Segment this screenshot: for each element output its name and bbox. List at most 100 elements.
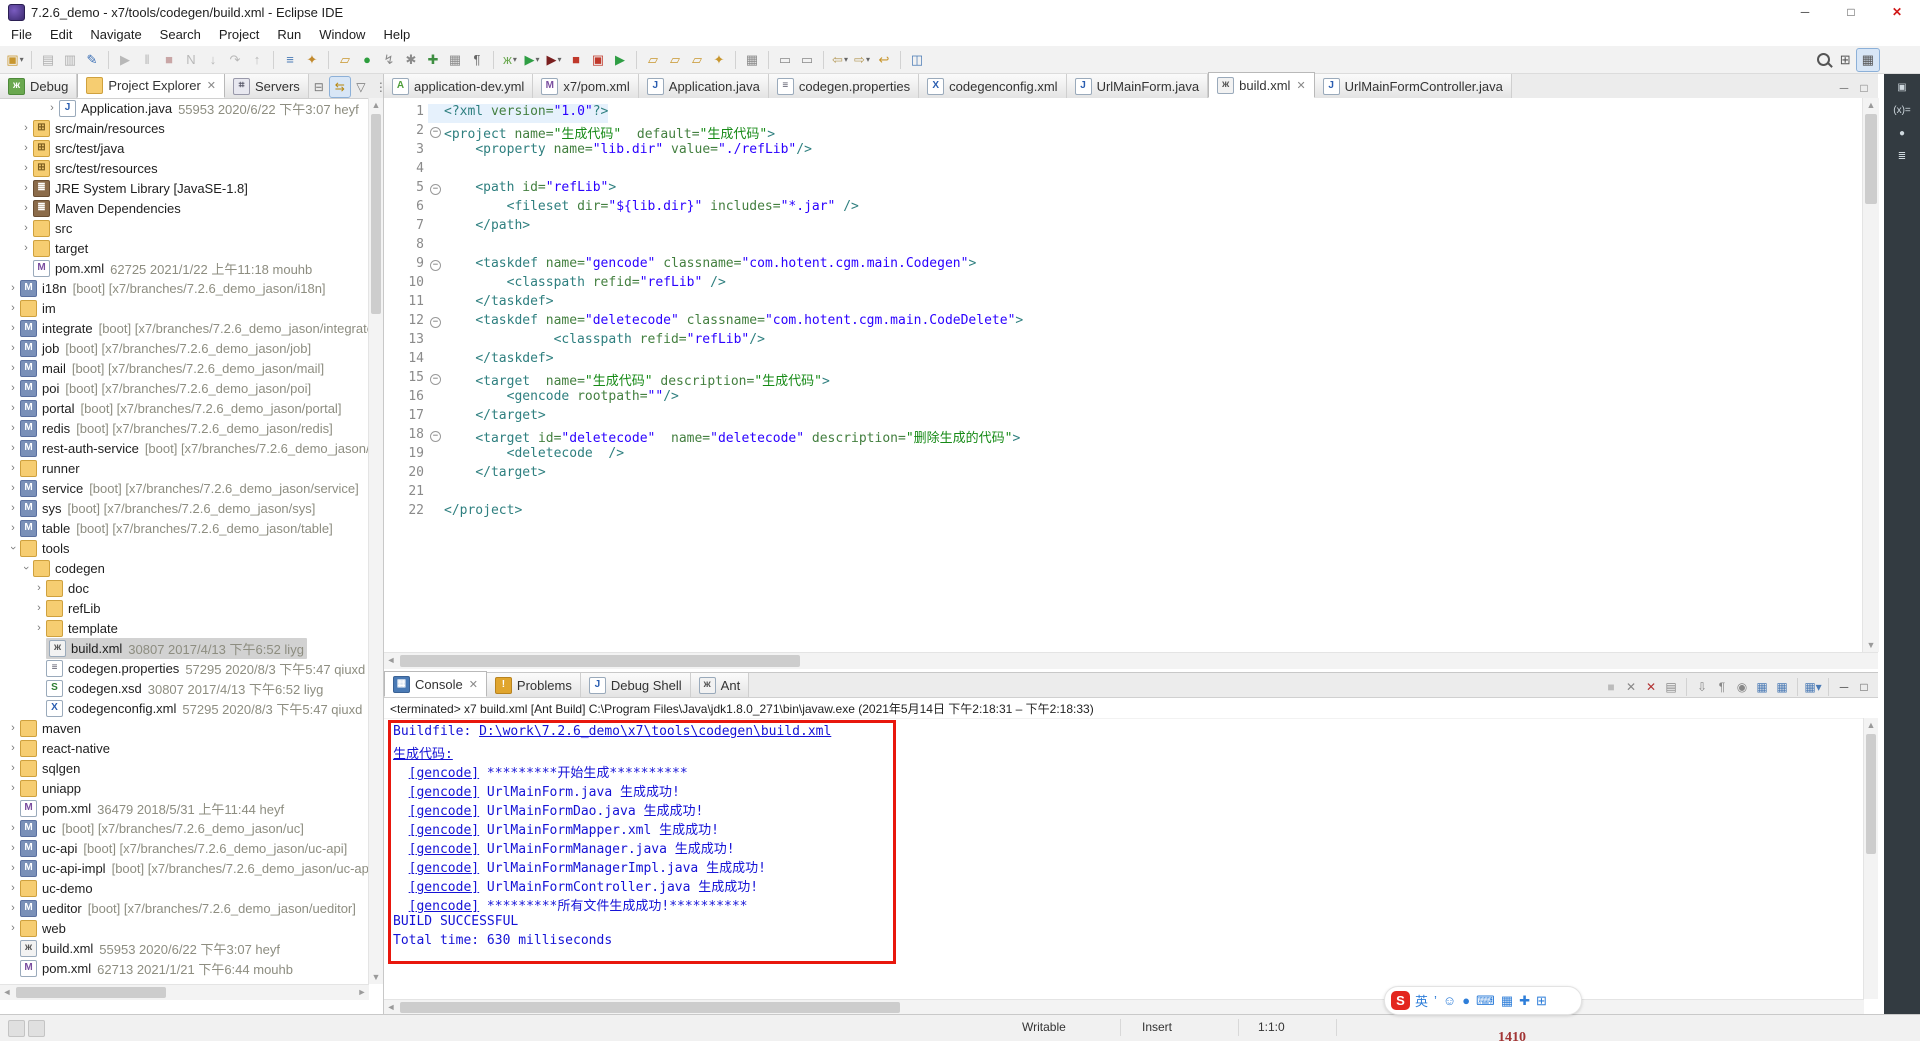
breakpoints-view-icon[interactable]: ● bbox=[1891, 125, 1913, 143]
scroll-up-arrow[interactable]: ▲ bbox=[369, 98, 383, 112]
minimize-icon[interactable]: ─ bbox=[1834, 677, 1854, 697]
tree-item[interactable]: ›uniapp bbox=[0, 778, 369, 798]
editor-tab-codegenconfig-xml[interactable]: Xcodegenconfig.xml bbox=[919, 74, 1066, 98]
editor-vertical-scrollbar[interactable]: ▲ ▼ bbox=[1862, 98, 1879, 652]
emoji-icon[interactable]: ☺ bbox=[1443, 993, 1456, 1008]
collapse-all-icon[interactable]: ⊟ bbox=[309, 77, 329, 97]
view-tab-servers[interactable]: ⌗Servers bbox=[225, 74, 309, 98]
tree-item[interactable]: ›react-native bbox=[0, 738, 369, 758]
tree-item[interactable]: ›template bbox=[0, 618, 369, 638]
tree-vertical-scrollbar[interactable]: ▲ ▼ bbox=[368, 98, 383, 984]
editor-tab-build-xml[interactable]: жbuild.xml✕ bbox=[1208, 72, 1315, 98]
editor-horizontal-scrollbar[interactable]: ◄ bbox=[384, 652, 1878, 669]
tree-expand-arrow[interactable]: › bbox=[6, 782, 20, 794]
quick-access-icon[interactable] bbox=[8, 1020, 25, 1037]
tree-expand-arrow[interactable]: › bbox=[20, 561, 32, 575]
build-all-icon[interactable]: ✱ bbox=[401, 49, 421, 71]
tree-expand-arrow[interactable]: › bbox=[6, 822, 20, 834]
editor-tab-application-dev-yml[interactable]: Aapplication-dev.yml bbox=[384, 74, 533, 98]
coverage-icon[interactable]: ▶▾ bbox=[544, 49, 564, 71]
tree-item[interactable]: Mpom.xml62725 2021/1/22 上午11:18 mouhb bbox=[0, 258, 369, 278]
tree-item[interactable]: ›Mtable[boot] [x7/branches/7.2.6_demo_ja… bbox=[0, 518, 369, 538]
tree-expand-arrow[interactable]: › bbox=[6, 762, 20, 774]
console-horizontal-scrollbar[interactable]: ◄ bbox=[384, 999, 1864, 1015]
tree-expand-arrow[interactable]: › bbox=[19, 142, 33, 154]
editor-line[interactable]: 13 <classpath refid="refLib"/> bbox=[384, 332, 1878, 351]
tree-expand-arrow[interactable]: › bbox=[19, 202, 33, 214]
lang-indicator[interactable]: 英 bbox=[1415, 991, 1428, 1010]
variables-view-icon[interactable]: (x)= bbox=[1891, 102, 1913, 120]
tree-expand-arrow[interactable]: › bbox=[6, 862, 20, 874]
close-tab-icon[interactable]: ✕ bbox=[207, 79, 216, 92]
show-stderr-icon[interactable]: ▦ bbox=[1772, 677, 1792, 697]
report-icon[interactable]: ▦ bbox=[445, 49, 465, 71]
tree-item[interactable]: ›uc-demo bbox=[0, 878, 369, 898]
window-close-button[interactable]: ✕ bbox=[1874, 0, 1920, 24]
tree-item[interactable]: ›target bbox=[0, 238, 369, 258]
tree-expand-arrow[interactable]: › bbox=[6, 302, 20, 314]
xml-editor[interactable]: 1<?xml version="1.0"?>2−<project name="生… bbox=[384, 98, 1878, 652]
tree-expand-arrow[interactable]: › bbox=[6, 742, 20, 754]
menu-window[interactable]: Window bbox=[310, 24, 374, 46]
tree-expand-arrow[interactable]: › bbox=[19, 222, 33, 234]
menu-run[interactable]: Run bbox=[268, 24, 310, 46]
tree-expand-arrow[interactable]: › bbox=[6, 342, 20, 354]
tree-item[interactable]: ›im bbox=[0, 298, 369, 318]
pen-icon[interactable]: ✎ bbox=[82, 49, 102, 71]
tree-expand-arrow[interactable]: › bbox=[6, 422, 20, 434]
tree-item[interactable]: ›Mintegrate[boot] [x7/branches/7.2.6_dem… bbox=[0, 318, 369, 338]
fold-collapse-icon[interactable]: − bbox=[430, 374, 441, 385]
maximize-icon[interactable]: □ bbox=[1854, 78, 1874, 98]
menu-edit[interactable]: Edit bbox=[41, 24, 81, 46]
view-menu-icon[interactable]: ⋮ bbox=[371, 77, 384, 97]
tree-expand-arrow[interactable]: › bbox=[6, 322, 20, 334]
flashlight-icon[interactable]: ✦ bbox=[709, 49, 729, 71]
clear-console-icon[interactable]: ▤ bbox=[1661, 677, 1681, 697]
tree-item[interactable]: ›⊞src/test/resources bbox=[0, 158, 369, 178]
console-tab-problems[interactable]: !Problems bbox=[487, 673, 581, 697]
tree-item[interactable]: ›Msys[boot] [x7/branches/7.2.6_demo_jaso… bbox=[0, 498, 369, 518]
tree-item[interactable]: ›≣JRE System Library [JavaSE-1.8] bbox=[0, 178, 369, 198]
forward-icon[interactable]: ⇨▾ bbox=[852, 49, 872, 71]
editor-line[interactable]: 22</project> bbox=[384, 503, 1878, 522]
search-icon[interactable] bbox=[1812, 49, 1835, 71]
restore-views-icon[interactable]: ▣ bbox=[1891, 79, 1913, 97]
tree-item[interactable]: ›tools bbox=[0, 538, 369, 558]
window-maximize-button[interactable]: □ bbox=[1828, 0, 1874, 24]
tree-item[interactable]: ›doc bbox=[0, 578, 369, 598]
tray-view-icon[interactable] bbox=[28, 1020, 45, 1037]
tree-item[interactable]: ›Muc-api[boot] [x7/branches/7.2.6_demo_j… bbox=[0, 838, 369, 858]
word-wrap-icon[interactable]: ¶ bbox=[1712, 677, 1732, 697]
sogou-logo-icon[interactable]: S bbox=[1391, 991, 1410, 1010]
retarget-icon[interactable]: ✦ bbox=[302, 49, 322, 71]
console-tab-ant[interactable]: жAnt bbox=[691, 673, 750, 697]
tree-horizontal-scrollbar[interactable]: ◄ ► bbox=[0, 984, 369, 1000]
console-output[interactable]: Buildfile: D:\work\7.2.6_demo\x7\tools\c… bbox=[384, 718, 1864, 999]
show-console-icon[interactable]: ≡ bbox=[280, 49, 300, 71]
tree-expand-arrow[interactable]: › bbox=[6, 462, 20, 474]
fold-collapse-icon[interactable]: − bbox=[430, 317, 441, 328]
editor-tab-application-java[interactable]: JApplication.java bbox=[639, 74, 769, 98]
editor-line[interactable]: 19 <deletecode /> bbox=[384, 446, 1878, 465]
console-scroll-up-arrow[interactable]: ▲ bbox=[1864, 718, 1878, 732]
fold-collapse-icon[interactable]: − bbox=[430, 127, 441, 138]
tree-expand-arrow[interactable]: › bbox=[6, 522, 20, 534]
scroll-lock-icon[interactable]: ⇩ bbox=[1692, 677, 1712, 697]
resume-icon[interactable]: ▶ bbox=[115, 49, 135, 71]
new-wizard-icon[interactable]: ▣▾ bbox=[5, 49, 25, 71]
tree-item[interactable]: жbuild.xml30807 2017/4/13 下午6:52 liyg bbox=[0, 638, 369, 658]
tree-expand-arrow[interactable]: › bbox=[6, 902, 20, 914]
editor-line[interactable]: 20 </target> bbox=[384, 465, 1878, 484]
prev-annotation-icon[interactable]: ▭ bbox=[797, 49, 817, 71]
save-icon[interactable]: ▤ bbox=[38, 49, 58, 71]
menu-navigate[interactable]: Navigate bbox=[81, 24, 150, 46]
tree-item[interactable]: ›refLib bbox=[0, 598, 369, 618]
console-hyperlink[interactable]: [gencode] bbox=[409, 804, 479, 819]
tree-item[interactable]: жbuild.xml55953 2020/6/22 下午3:07 heyf bbox=[0, 938, 369, 958]
editor-scroll-left-arrow[interactable]: ◄ bbox=[384, 653, 398, 669]
tree-item[interactable]: ›Mrest-auth-service[boot] [x7/branches/7… bbox=[0, 438, 369, 458]
tree-item[interactable]: ›Muc-api-impl[boot] [x7/branches/7.2.6_d… bbox=[0, 858, 369, 878]
tree-expand-arrow[interactable]: › bbox=[6, 502, 20, 514]
compare-icon[interactable]: ◫ bbox=[907, 49, 927, 71]
editor-line[interactable]: 21 bbox=[384, 484, 1878, 503]
